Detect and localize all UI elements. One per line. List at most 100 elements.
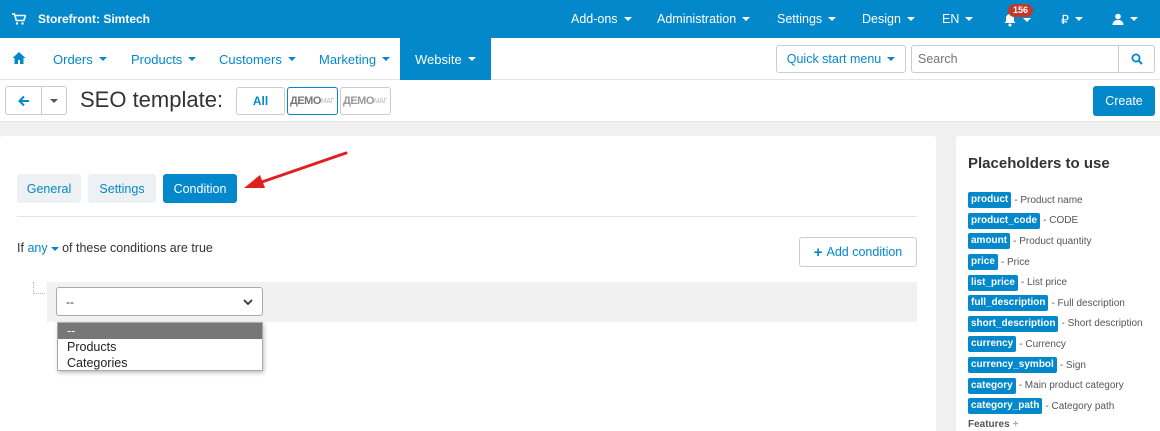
currency-label: ₽ — [1061, 12, 1069, 27]
storefront-link[interactable]: Storefront: Simtech — [12, 0, 150, 38]
history-dropdown-button[interactable] — [41, 86, 67, 115]
back-button[interactable] — [5, 86, 42, 115]
dropdown-option-empty[interactable]: -- — [58, 323, 262, 339]
placeholder-tag[interactable]: short_description — [968, 315, 1059, 332]
page-title: SEO template: — [80, 87, 224, 112]
placeholder-tag[interactable]: amount — [968, 233, 1011, 250]
nav-customers-label: Customers — [219, 51, 282, 67]
condition-type-dropdown: -- Products Categories — [57, 322, 263, 371]
menu-addons[interactable]: Add-ons — [571, 0, 632, 38]
placeholders-sidebar: Placeholders to use product - Product nam… — [956, 136, 1160, 431]
placeholder-item: currency_symbol - Sign — [968, 355, 1143, 376]
menu-language-label: EN — [942, 12, 960, 26]
chevron-down-icon — [742, 17, 751, 21]
condition-type-value: -- — [66, 294, 74, 309]
placeholder-tag[interactable]: price — [968, 254, 998, 271]
chevron-down-icon — [382, 57, 391, 61]
top-bar: Storefront: Simtech Add-ons Administrati… — [0, 0, 1160, 38]
nav-customers[interactable]: Customers — [219, 38, 296, 80]
nav-marketing-label: Marketing — [319, 51, 377, 67]
chevron-down-icon — [50, 246, 59, 251]
currency-selector[interactable]: ₽ — [1061, 0, 1083, 38]
placeholder-desc: - Product quantity — [1013, 235, 1092, 247]
placeholder-item: product - Product name — [968, 190, 1143, 211]
chevron-down-icon — [287, 57, 296, 61]
sidebar-title: Placeholders to use — [968, 155, 1110, 172]
storefront-all-button[interactable]: All — [236, 87, 285, 115]
placeholder-desc: - List price — [1020, 277, 1068, 289]
chevron-down-icon — [1130, 17, 1138, 21]
annotation-arrow — [244, 151, 348, 188]
plus-icon: + — [1012, 419, 1019, 430]
placeholder-item: category_path - Category path — [968, 396, 1143, 417]
chevron-down-icon — [965, 17, 974, 21]
nav-website-label: Website — [415, 51, 462, 67]
quick-start-menu-button[interactable]: Quick start menu — [776, 45, 906, 73]
placeholder-tag[interactable]: full_description — [968, 295, 1049, 312]
placeholder-item: category - Main product category — [968, 375, 1143, 396]
condition-any-label: any — [27, 241, 48, 255]
nav-products[interactable]: Products — [131, 38, 197, 80]
storefront-label: Storefront: Simtech — [38, 12, 151, 26]
search-button[interactable] — [1118, 45, 1155, 73]
menu-settings[interactable]: Settings — [777, 0, 837, 38]
placeholder-desc: - Full description — [1051, 297, 1125, 309]
placeholder-tag[interactable]: product — [968, 192, 1012, 209]
condition-type-select[interactable]: -- — [56, 287, 263, 316]
add-condition-label: Add condition — [826, 245, 903, 259]
cart-icon — [12, 13, 26, 25]
chevron-down-icon — [1074, 17, 1083, 21]
nav-orders-label: Orders — [53, 51, 93, 67]
divider — [17, 216, 917, 217]
plus-icon: + — [813, 243, 823, 261]
features-toggle[interactable]: Features + — [968, 419, 1019, 430]
page-header: SEO template: All ДЕМО МАГ ДЕМО МАГ Create — [0, 80, 1160, 122]
placeholder-desc: - Currency — [1019, 338, 1066, 350]
placeholder-item: full_description - Full description — [968, 293, 1143, 314]
menu-addons-label: Add-ons — [571, 12, 618, 26]
storefront-logo-small-text: МАГ — [320, 97, 334, 105]
chevron-down-icon — [467, 57, 476, 61]
chevron-down-icon — [887, 57, 896, 61]
create-button[interactable]: Create — [1093, 86, 1155, 116]
chevron-down-icon — [243, 299, 253, 306]
dropdown-option-products[interactable]: Products — [58, 339, 262, 355]
chevron-down-icon — [623, 17, 632, 21]
tab-condition[interactable]: Condition — [163, 174, 237, 203]
tab-general[interactable]: General — [17, 174, 81, 203]
chevron-down-icon — [188, 57, 197, 61]
nav-orders[interactable]: Orders — [53, 38, 107, 80]
placeholder-tag[interactable]: category — [968, 377, 1016, 394]
nav-marketing[interactable]: Marketing — [319, 38, 391, 80]
placeholder-item: list_price - List price — [968, 272, 1143, 293]
user-menu[interactable] — [1112, 0, 1138, 38]
placeholder-item: currency - Currency — [968, 334, 1143, 355]
menu-administration-label: Administration — [657, 12, 737, 26]
placeholder-tag[interactable]: product_code — [968, 212, 1041, 229]
menu-language[interactable]: EN — [942, 0, 974, 38]
placeholder-tag[interactable]: list_price — [968, 274, 1018, 291]
nav-website[interactable]: Website — [400, 38, 491, 80]
placeholder-desc: - CODE — [1043, 215, 1079, 227]
menu-design[interactable]: Design — [862, 0, 915, 38]
condition-any-toggle[interactable]: any — [27, 241, 59, 255]
condition-statement: If any of these conditions are true — [17, 241, 213, 255]
home-icon[interactable] — [12, 51, 26, 65]
user-icon — [1112, 13, 1124, 25]
storefront-logo-button-1[interactable]: ДЕМО МАГ — [287, 87, 338, 115]
placeholder-item: short_description - Short description — [968, 314, 1143, 335]
menu-administration[interactable]: Administration — [657, 0, 751, 38]
placeholder-desc: - Sign — [1059, 359, 1086, 371]
dropdown-option-categories[interactable]: Categories — [58, 355, 262, 371]
search-input[interactable] — [911, 45, 1118, 73]
storefront-logo-button-2[interactable]: ДЕМО МАГ — [340, 87, 391, 115]
chevron-down-icon — [828, 17, 837, 21]
placeholder-item: amount - Product quantity — [968, 231, 1143, 252]
storefront-logo-text: ДЕМО — [290, 95, 321, 107]
placeholder-tag[interactable]: category_path — [968, 398, 1043, 415]
tab-settings[interactable]: Settings — [88, 174, 156, 203]
placeholder-tag[interactable]: currency — [968, 336, 1017, 353]
placeholder-desc: - Short description — [1061, 318, 1143, 330]
add-condition-button[interactable]: + Add condition — [799, 237, 917, 267]
placeholder-tag[interactable]: currency_symbol — [968, 357, 1057, 374]
